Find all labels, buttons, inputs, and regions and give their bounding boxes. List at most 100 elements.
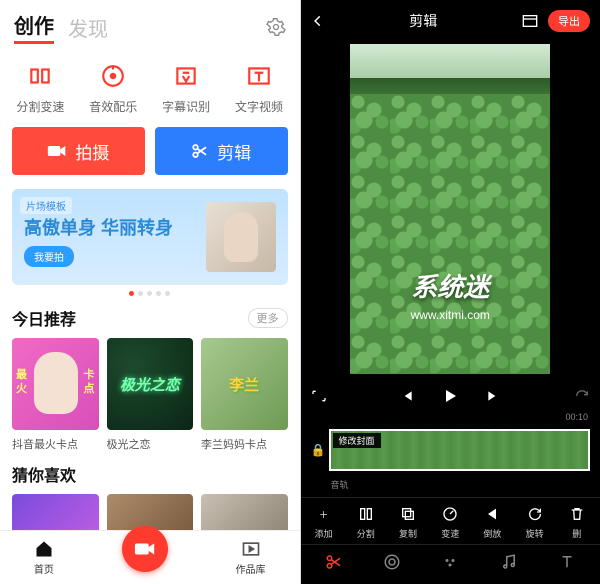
tool-add[interactable]: ＋添加 [314,504,334,540]
nav-label: 首页 [34,561,54,576]
shoot-label: 拍摄 [75,139,109,164]
scissors-icon [191,142,209,160]
caption: 极光之恋 [107,436,194,452]
watermark-text: 系统迷 [350,267,550,304]
bottom-nav: 首页 作品库 [0,530,300,584]
card-title: 李兰 [229,374,259,395]
banner-tag: 片场模板 [20,197,72,214]
tool-label: 删 [572,527,581,540]
aspect-icon[interactable] [522,14,538,28]
tool-label: 旋转 [526,527,544,540]
top-tabs: 创作 发现 [0,0,300,50]
editor-header: 剪辑 导出 [301,0,600,38]
library-icon [241,539,261,559]
split-icon [24,60,56,92]
tool-reverse[interactable]: 倒放 [482,504,502,540]
tool-split[interactable]: 分割 [356,504,376,540]
reverse-icon [482,504,502,524]
nav-label: 作品库 [236,561,266,576]
camera-icon [134,540,156,558]
editor-toolbar: ＋添加 分割 复制 变速 倒放 旋转 删 [301,497,600,544]
fit-icon[interactable] [311,389,327,403]
tab-music-icon[interactable] [498,551,520,573]
tool-rotate[interactable]: 旋转 [525,504,545,540]
editor-bottom-tabs [301,544,600,581]
tool-split-speed[interactable]: 分割变速 [16,60,64,115]
tool-label: 倒放 [483,527,501,540]
split-icon [356,504,376,524]
like-card[interactable] [12,494,99,534]
speed-icon [440,504,460,524]
tool-label: 复制 [399,527,417,540]
rotate-icon [525,504,545,524]
watermark-url: www.xitmi.com [350,308,550,322]
tab-create[interactable]: 创作 [14,10,54,44]
tab-text-icon[interactable] [556,551,578,573]
card-captions: 抖音最火卡点 极光之恋 李兰妈妈卡点 [0,436,300,462]
nav-library[interactable]: 作品库 [236,539,266,576]
tool-delete[interactable]: 删 [567,504,587,540]
tool-label: 文字视频 [235,98,283,115]
banner-photo [206,202,276,272]
subtitle-icon [170,60,202,92]
timeline[interactable]: 🔒 修改封面 [311,426,591,474]
section-title: 猜你喜欢 [12,462,76,486]
lock-icon[interactable]: 🔒 [311,443,329,457]
tool-audio[interactable]: 音效配乐 [89,60,137,115]
create-app-screen: 创作 发现 分割变速 音效配乐 字幕识别 文字视频 拍摄 剪辑 [0,0,301,584]
tab-sticker-icon[interactable] [439,551,461,573]
today-cards: 最 火 卡 点 极光之恋 李兰 [0,338,300,436]
banner-cta[interactable]: 我要拍 [24,246,74,267]
track-label: 音轨 [301,478,600,497]
tab-discover[interactable]: 发现 [68,13,108,42]
edit-label: 剪辑 [217,139,251,164]
editor-screen: 剪辑 导出 系统迷 www.xitmi.com 00:10 🔒 修改封面 音轨 … [301,0,600,584]
tool-subtitle[interactable]: 字幕识别 [162,60,210,115]
section-like-header: 猜你喜欢 [0,462,300,494]
nav-record[interactable] [122,526,168,572]
video-preview[interactable]: 系统迷 www.xitmi.com [350,44,550,374]
copy-icon [398,504,418,524]
card-left-text: 最 火 [16,368,27,396]
card-lilan[interactable]: 李兰 [201,338,288,430]
tool-copy[interactable]: 复制 [398,504,418,540]
tool-label: 音效配乐 [89,98,137,115]
banner-text: 高傲单身 华丽转身 我要拍 [24,208,173,267]
export-button[interactable]: 导出 [548,10,590,32]
tool-label: 分割变速 [16,98,64,115]
settings-icon[interactable] [266,17,286,37]
card-hot[interactable]: 最 火 卡 点 [12,338,99,430]
redo-icon[interactable] [574,389,590,403]
primary-actions: 拍摄 剪辑 [0,127,300,189]
edit-button[interactable]: 剪辑 [155,127,288,175]
banner-title: 高傲单身 华丽转身 [24,214,173,240]
back-icon[interactable] [311,14,325,28]
plus-icon: ＋ [314,504,334,524]
camera-icon [47,143,67,159]
tool-text-video[interactable]: 文字视频 [235,60,283,115]
music-icon [97,60,129,92]
tool-speed[interactable]: 变速 [440,504,460,540]
play-icon[interactable] [442,388,458,404]
tool-label: 变速 [441,527,459,540]
cover-button[interactable]: 修改封面 [333,433,381,448]
prev-frame-icon[interactable] [400,389,414,403]
trash-icon [567,504,587,524]
shoot-button[interactable]: 拍摄 [12,127,145,175]
banner-dots [0,291,300,296]
home-icon [34,539,54,559]
like-card[interactable] [201,494,288,534]
tab-filter-icon[interactable] [381,551,403,573]
tool-label: 分割 [357,527,375,540]
tab-cut-icon[interactable] [323,551,345,573]
nav-home[interactable]: 首页 [34,539,54,576]
card-title: 极光之恋 [120,374,180,395]
section-today-header: 今日推荐 更多 [0,306,300,338]
card-aurora[interactable]: 极光之恋 [107,338,194,430]
template-banner[interactable]: 片场模板 高傲单身 华丽转身 我要拍 [12,189,288,285]
next-frame-icon[interactable] [486,389,500,403]
video-clip[interactable]: 修改封面 [329,429,591,471]
tool-row: 分割变速 音效配乐 字幕识别 文字视频 [0,50,300,127]
card-right-text: 卡 点 [84,368,95,396]
more-button[interactable]: 更多 [248,308,288,328]
